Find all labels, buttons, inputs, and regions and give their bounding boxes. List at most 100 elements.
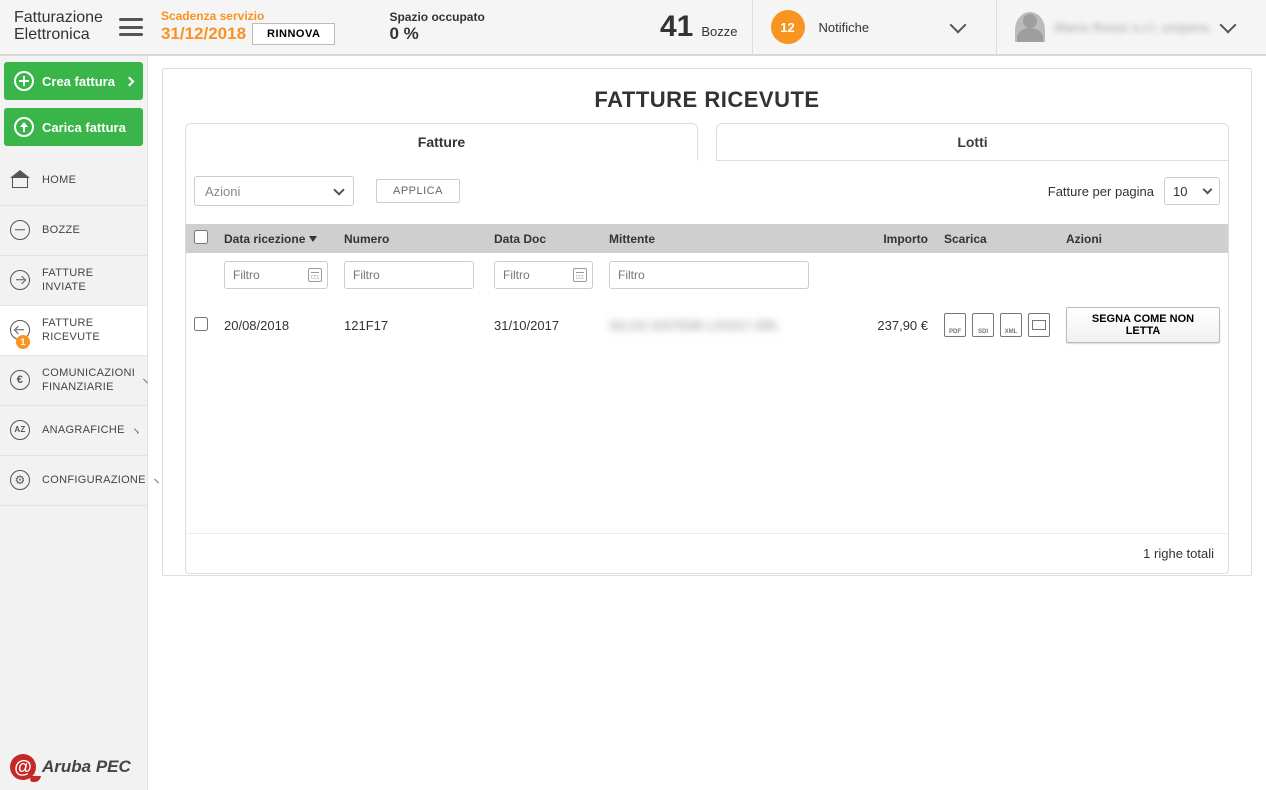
tab-fatture[interactable]: Fatture [185,123,698,161]
chevron-down-icon [949,17,966,34]
calendar-icon[interactable] [573,268,587,282]
nav-fatture-inviate[interactable]: FATTURE INVIATE [0,256,147,306]
home-icon [10,170,30,190]
cell-importo: 237,90 € [826,297,936,353]
filter-row [186,253,1228,297]
per-page-select[interactable]: 10 [1164,177,1220,205]
drafts-icon [10,220,30,240]
col-numero[interactable]: Numero [336,224,486,253]
menu-toggle-icon[interactable] [119,18,143,36]
apply-button[interactable]: APPLICA [376,179,460,203]
calendar-icon[interactable] [308,268,322,282]
table-row: 20/08/2018 121F17 31/10/2017 SILOS SISTE… [186,297,1228,353]
per-page-value: 10 [1173,184,1187,199]
nav-label: COMUNICAZIONI FINANZIARIE [42,367,135,393]
service-expiry-label: Scadenza servizio [161,9,336,23]
drafts-count: 41 [660,10,693,44]
cell-numero: 121F17 [336,297,486,353]
notification-badge: 12 [771,10,805,44]
upload-invoice-button[interactable]: Carica fattura [4,108,143,146]
nav-label: FATTURE INVIATE [42,267,137,293]
avatar-icon [1015,12,1045,42]
chevron-down-icon [1220,17,1237,34]
per-page-control: Fatture per pagina 10 [1048,177,1220,205]
col-azioni: Azioni [1058,224,1228,253]
nav-label: BOZZE [42,224,80,237]
nav-label: ANAGRAFICHE [42,424,125,437]
filter-numero[interactable] [344,261,474,289]
chevron-right-icon [133,428,139,434]
space-used-value: 0 % [389,24,484,44]
user-name: Mario Rossi s.r.l. unipers. [1055,20,1213,35]
nav-anagrafiche[interactable]: ANAGRAFICHE [0,406,147,456]
create-invoice-button[interactable]: Crea fattura [4,62,143,100]
aruba-logo-icon: @ [10,754,36,780]
plus-circle-icon [14,71,34,91]
download-xml-icon[interactable] [1000,313,1022,337]
nav-badge: 1 [16,335,30,349]
drafts-counter[interactable]: 41 Bozze [660,10,738,44]
download-icons [944,313,1050,337]
notifications-dropdown[interactable]: 12 Notifiche [752,0,982,54]
nav-comunicazioni[interactable]: COMUNICAZIONI FINANZIARIE [0,356,147,406]
nav-menu: HOME BOZZE FATTURE INVIATE FATTURE RICEV… [0,156,147,506]
sort-desc-icon [309,236,317,242]
brand-name: Aruba PEC [42,757,131,777]
euro-icon [10,370,30,390]
nav-label: CONFIGURAZIONE [42,474,146,487]
service-expiry: Scadenza servizio 31/12/2018 RINNOVA [161,9,336,45]
create-invoice-label: Crea fattura [42,74,115,89]
mark-unread-button[interactable]: SEGNA COME NON LETTA [1066,307,1220,343]
tabs: Fatture Lotti [163,123,1251,161]
main-content: FATTURE RICEVUTE Fatture Lotti Azioni AP… [148,56,1266,790]
nav-label: HOME [42,174,76,187]
toolbar: Azioni APPLICA Fatture per pagina 10 [186,176,1228,224]
row-checkbox[interactable] [194,317,208,331]
download-envelope-icon[interactable] [1028,313,1050,337]
invoices-table: Data ricezione Numero Data Doc Mittente … [186,224,1228,573]
chevron-down-icon [1203,185,1213,195]
page-title: FATTURE RICEVUTE [163,69,1251,123]
space-used: Spazio occupato 0 % [389,10,484,45]
per-page-label: Fatture per pagina [1048,184,1154,199]
tab-lotti[interactable]: Lotti [716,123,1229,161]
actions-select[interactable]: Azioni [194,176,354,206]
nav-home[interactable]: HOME [0,156,147,206]
nav-fatture-ricevute[interactable]: FATTURE RICEVUTE 1 [0,306,147,356]
notifications-label: Notifiche [819,20,870,35]
cell-data-ricezione: 20/08/2018 [216,297,336,353]
sent-icon [10,270,30,290]
renew-button[interactable]: RINNOVA [252,23,335,45]
select-all-checkbox[interactable] [194,230,208,244]
cell-mittente: SILOS SISTEMI LOGICI SRL [609,318,780,333]
nav-bozze[interactable]: BOZZE [0,206,147,256]
cell-data-doc: 31/10/2017 [486,297,601,353]
nav-configurazione[interactable]: CONFIGURAZIONE [0,456,147,506]
filter-mittente[interactable] [609,261,809,289]
nav-label: FATTURE RICEVUTE [42,317,137,343]
table-footer: 1 righe totali [186,533,1228,573]
service-expiry-date: 31/12/2018 [161,24,246,44]
panel: FATTURE RICEVUTE Fatture Lotti Azioni AP… [162,68,1252,576]
chevron-right-icon [125,76,135,86]
col-mittente[interactable]: Mittente [601,224,826,253]
user-menu[interactable]: Mario Rossi s.r.l. unipers. [996,0,1253,54]
actions-placeholder: Azioni [205,184,240,199]
table-header-row: Data ricezione Numero Data Doc Mittente … [186,224,1228,253]
drafts-label: Bozze [701,24,737,39]
col-importo[interactable]: Importo [826,224,936,253]
logo-line1: Fatturazione [14,10,103,27]
col-data-doc[interactable]: Data Doc [486,224,601,253]
upload-invoice-label: Carica fattura [42,120,126,135]
logo-line2: Elettronica [14,27,103,44]
download-sdi-icon[interactable] [972,313,994,337]
upload-circle-icon [14,117,34,137]
sidebar: Crea fattura Carica fattura HOME BOZZE F… [0,56,148,790]
tab-content: Azioni APPLICA Fatture per pagina 10 [185,160,1229,574]
brand-footer: @ Aruba PEC [0,744,147,790]
col-data-ricezione[interactable]: Data ricezione [216,224,336,253]
app-logo: Fatturazione Elettronica [14,10,103,44]
header: Fatturazione Elettronica Scadenza serviz… [0,0,1266,56]
gear-icon [10,470,30,490]
download-pdf-icon[interactable] [944,313,966,337]
